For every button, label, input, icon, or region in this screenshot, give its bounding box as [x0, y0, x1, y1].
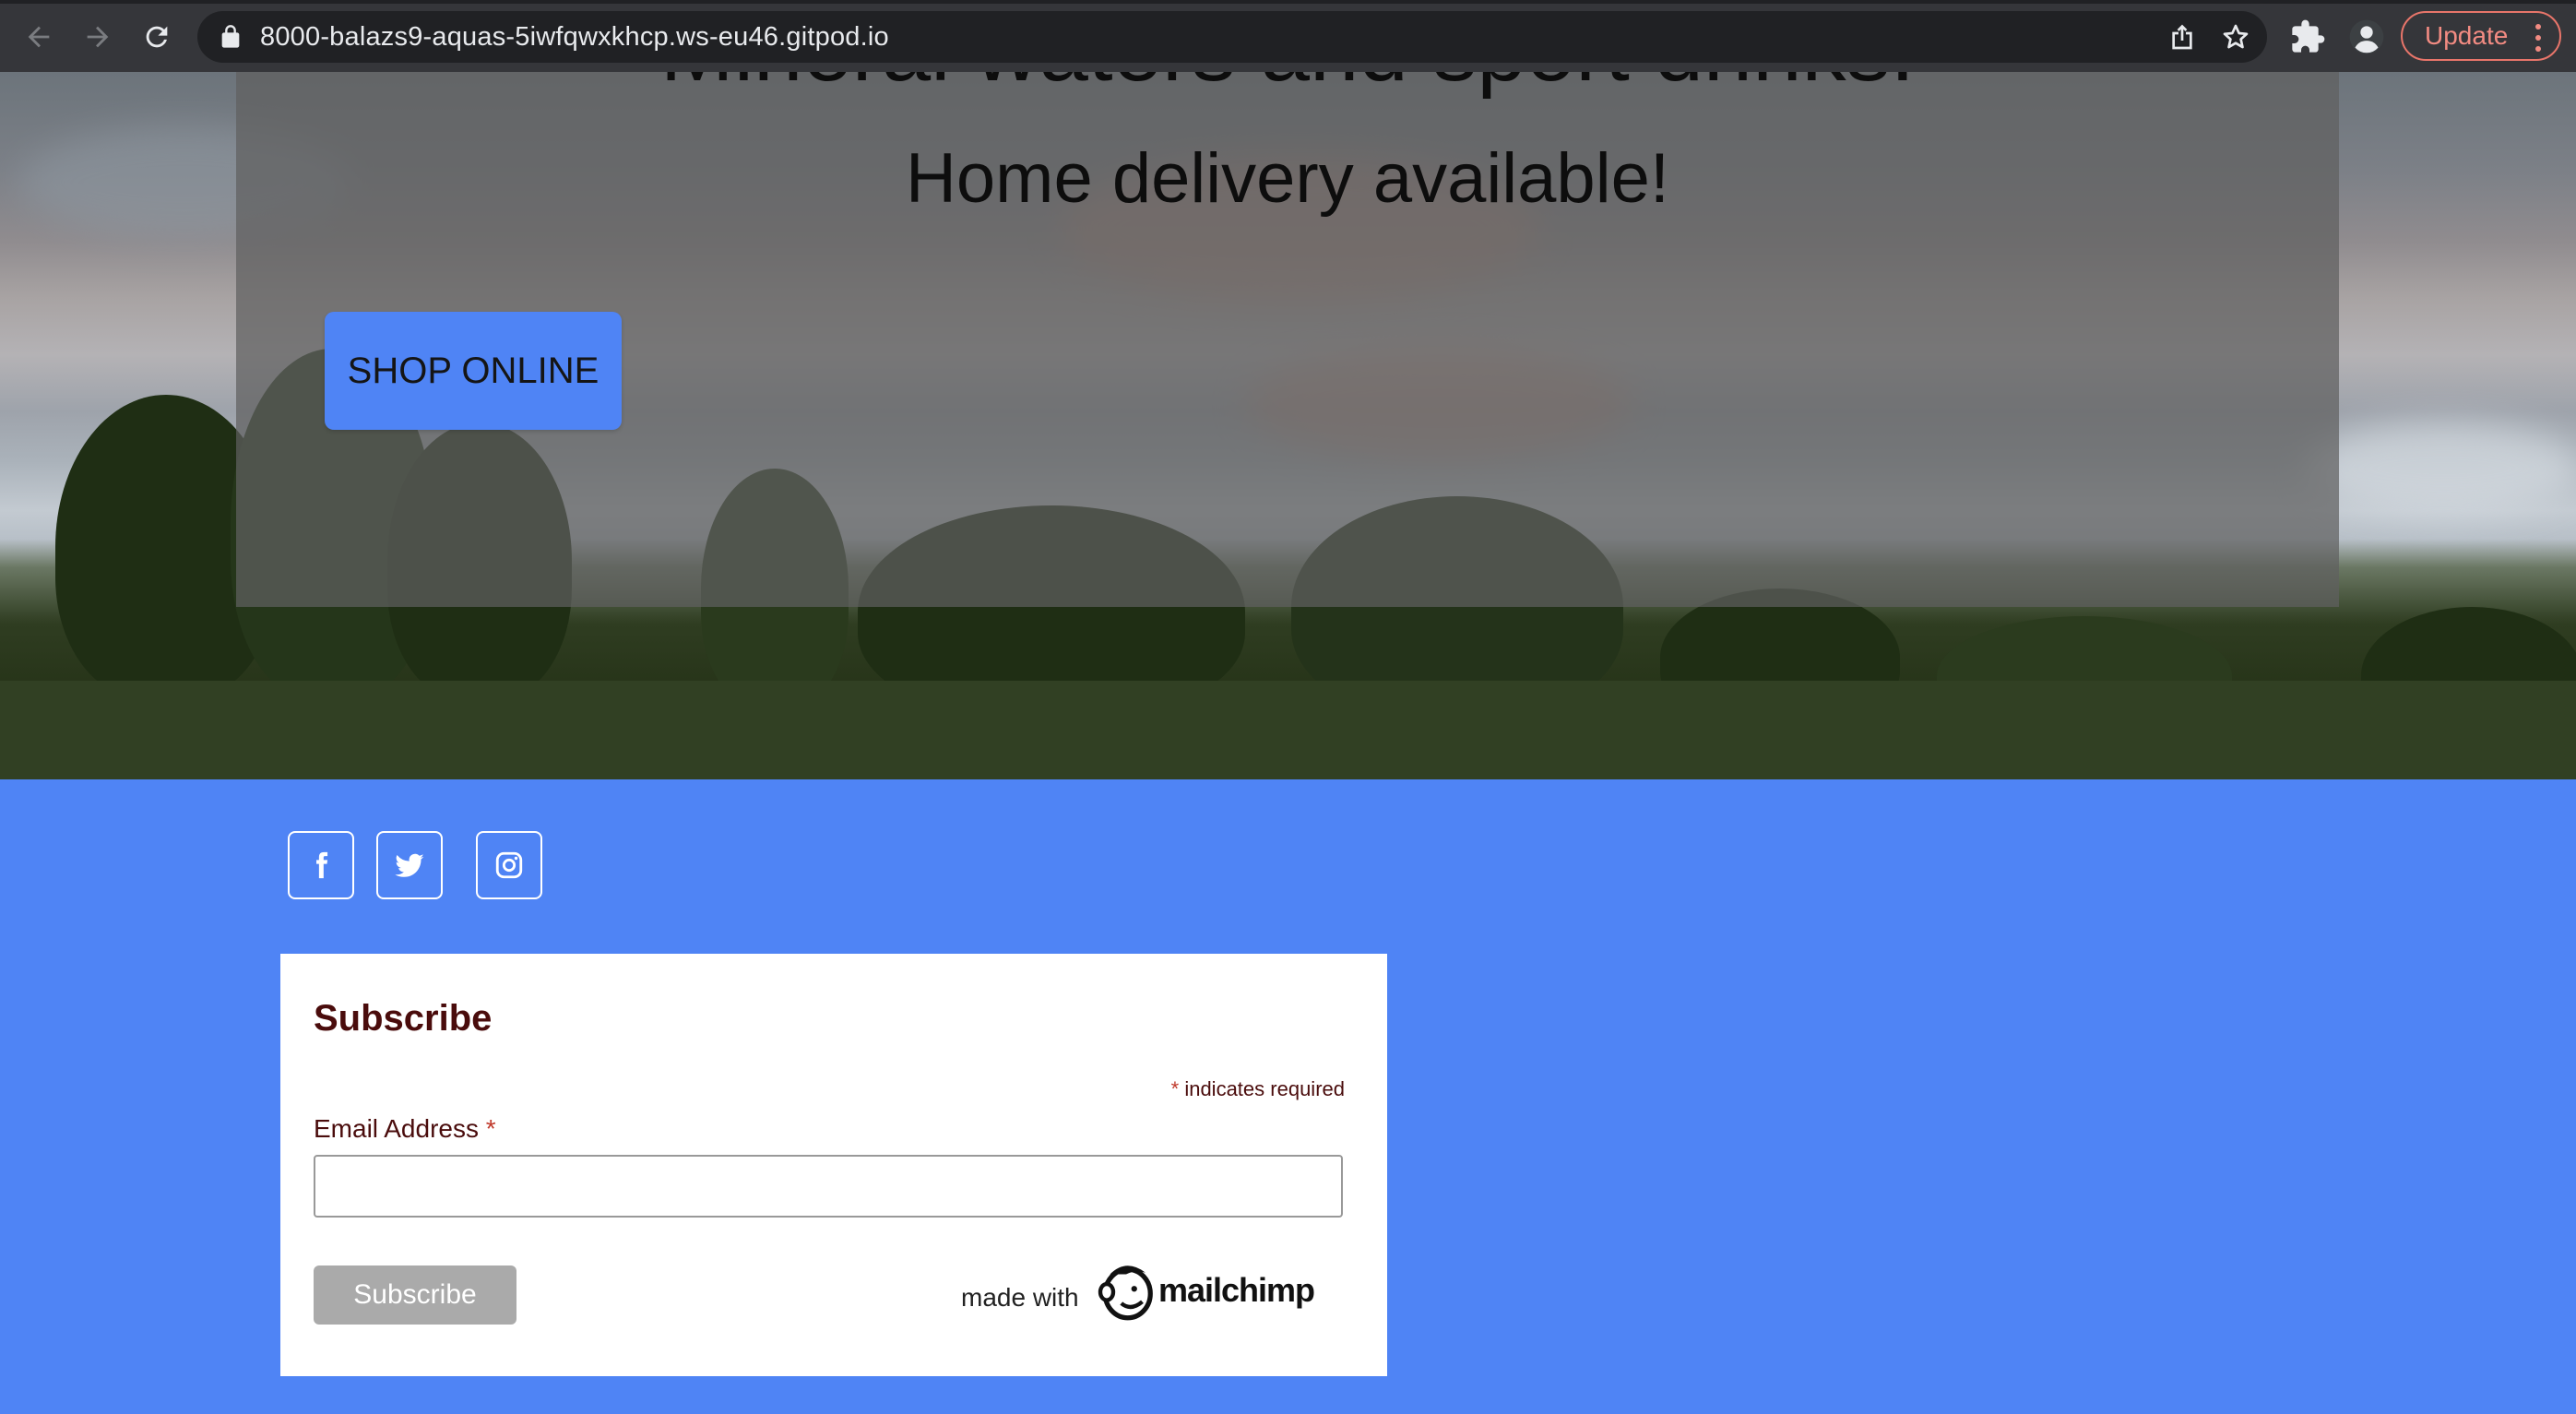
address-bar[interactable]: 8000-balazs9-aquas-5iwfqwxkhcp.ws-eu46.g… — [197, 11, 2267, 63]
email-required-star: * — [485, 1114, 496, 1143]
required-note: * indicates required — [1171, 1077, 1345, 1101]
required-star: * — [1170, 1077, 1180, 1100]
made-with-text: made with — [961, 1283, 1079, 1312]
star-icon[interactable] — [2221, 22, 2250, 52]
cloud-shape — [2306, 422, 2576, 515]
url-text[interactable]: 8000-balazs9-aquas-5iwfqwxkhcp.ws-eu46.g… — [260, 11, 889, 63]
facebook-icon[interactable] — [288, 831, 354, 899]
profile-icon[interactable] — [2348, 18, 2385, 55]
form-title: Subscribe — [314, 998, 493, 1039]
hero-title: Mineral waters and sport drinks! — [236, 72, 2339, 101]
update-button[interactable]: Update — [2401, 11, 2561, 61]
subscribe-button[interactable]: Subscribe — [314, 1265, 516, 1325]
hero-subtitle: Home delivery available! — [906, 139, 1669, 218]
footer-section: Subscribe * indicates required Email Add… — [0, 779, 2576, 1414]
hero-section: Mineral waters and sport drinks! Home de… — [0, 72, 2576, 779]
email-label: Email Address * — [314, 1114, 496, 1144]
hero-overlay-panel: Mineral waters and sport drinks! Home de… — [236, 72, 2339, 607]
tab-strip-edge — [0, 0, 2576, 4]
back-icon[interactable] — [18, 17, 59, 57]
lock-icon[interactable] — [218, 24, 243, 50]
subscribe-form: Subscribe * indicates required Email Add… — [280, 954, 1387, 1376]
grass-strip — [0, 681, 2576, 779]
share-icon[interactable] — [2167, 22, 2197, 52]
update-label: Update — [2425, 21, 2509, 50]
twitter-icon[interactable] — [376, 831, 443, 899]
shop-online-button[interactable]: SHOP ONLINE — [325, 312, 622, 430]
kebab-menu-icon[interactable] — [2535, 24, 2543, 57]
extensions-icon[interactable] — [2289, 18, 2326, 55]
forward-icon[interactable] — [77, 17, 118, 57]
browser-toolbar: 8000-balazs9-aquas-5iwfqwxkhcp.ws-eu46.g… — [0, 0, 2576, 72]
required-note-text: indicates required — [1184, 1077, 1345, 1100]
mailchimp-logo-icon[interactable] — [1094, 1258, 1158, 1323]
reload-icon[interactable] — [137, 17, 177, 57]
email-field[interactable] — [314, 1155, 1343, 1218]
instagram-icon[interactable] — [476, 831, 542, 899]
mailchimp-wordmark[interactable]: mailchimp — [1158, 1271, 1315, 1310]
email-label-text: Email Address — [314, 1114, 479, 1143]
